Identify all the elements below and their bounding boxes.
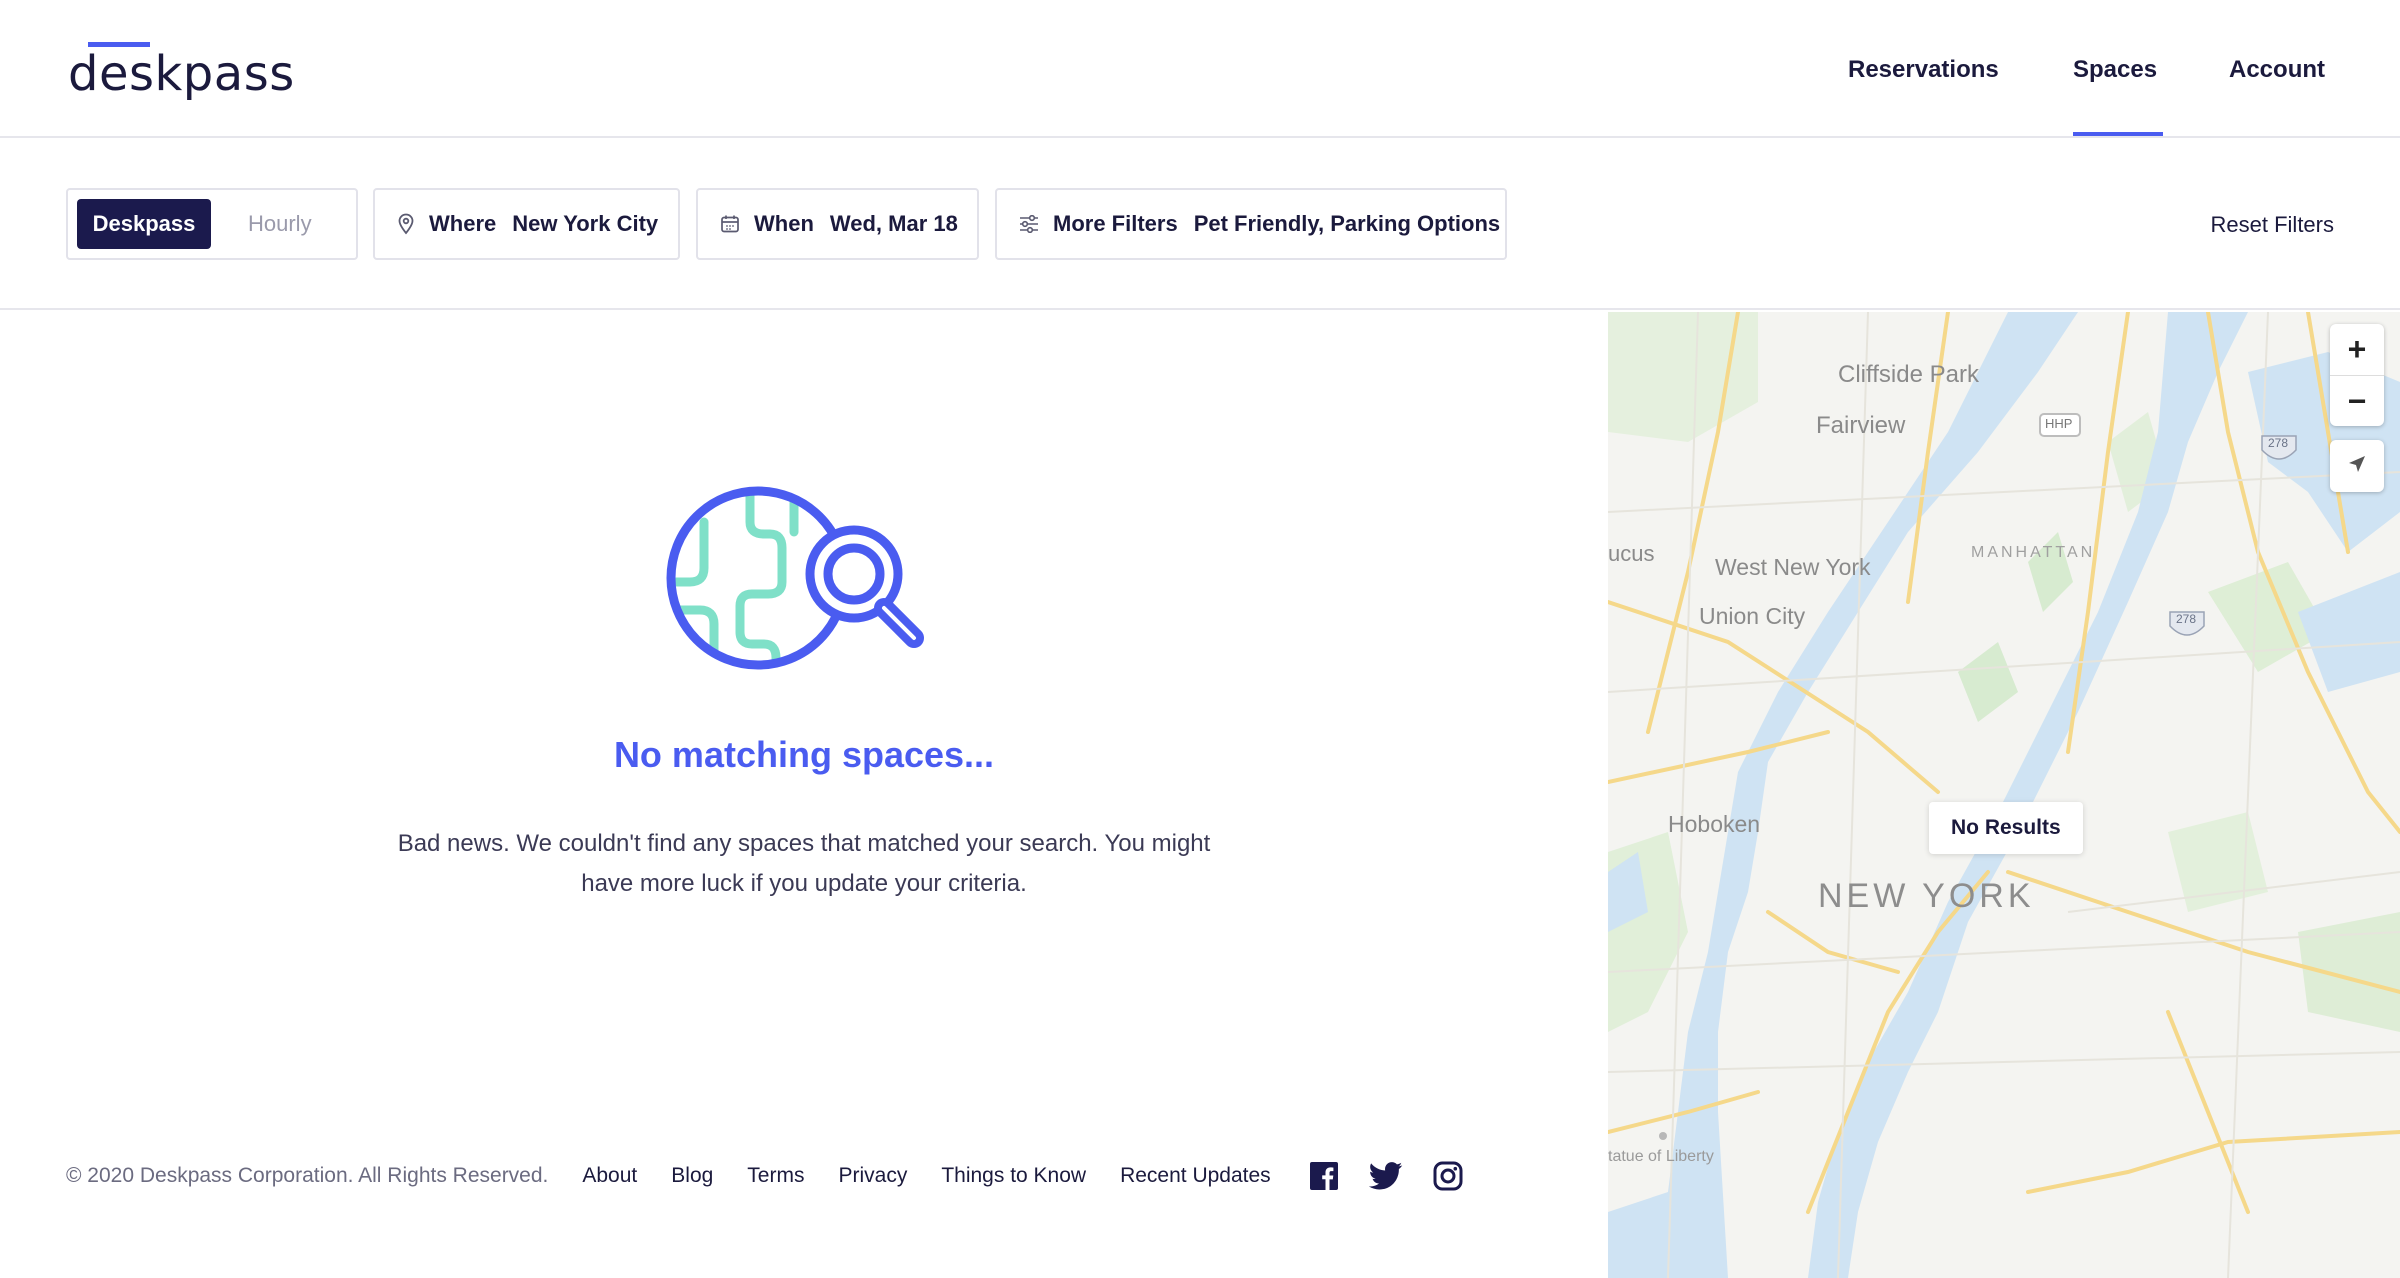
where-filter[interactable]: Where New York City [373, 188, 680, 260]
map-label-hoboken: Hoboken [1668, 811, 1761, 837]
instagram-icon[interactable] [1433, 1161, 1463, 1191]
map-label-fairview: Fairview [1816, 412, 1906, 439]
map-label-union-city: Union City [1699, 603, 1806, 629]
map-label-hhp: HHP [2045, 416, 2073, 431]
where-label: Where [429, 211, 497, 236]
footer-link-blog[interactable]: Blog [671, 1164, 713, 1188]
map-label-i278-north: 278 [2268, 436, 2289, 450]
copyright-text: © 2020 Deskpass Corporation. All Rights … [66, 1164, 549, 1187]
when-filter[interactable]: When Wed, Mar 18 [696, 188, 979, 260]
globe-search-illustration [660, 482, 940, 682]
nav-active-indicator [2073, 132, 2163, 136]
nav-spaces[interactable]: Spaces [2073, 56, 2157, 84]
more-filters[interactable]: More Filters Pet Friendly, Parking Optio… [995, 188, 1507, 260]
map-panel[interactable]: Cliffside Park Fairview HHP 278 278 ucus… [1608, 312, 2400, 1278]
reset-filters-link[interactable]: Reset Filters [2211, 212, 2334, 238]
zoom-out-button[interactable]: − [2330, 375, 2384, 426]
more-filters-value: Pet Friendly, Parking Options [1193, 211, 1501, 236]
locate-me-button[interactable] [2330, 440, 2384, 492]
footer-link-recent-updates[interactable]: Recent Updates [1120, 1164, 1271, 1188]
no-results-badge: No Results [1929, 802, 2083, 854]
location-pin-icon [397, 213, 415, 235]
more-filters-label: More Filters [1053, 211, 1178, 236]
map-label-manhattan: MANHATTAN [1971, 544, 2096, 561]
twitter-icon[interactable] [1368, 1162, 1403, 1190]
booking-type-toggle: Deskpass Hourly [66, 188, 358, 260]
toggle-deskpass[interactable]: Deskpass [77, 199, 211, 249]
map-label-statue-of-liberty: tatue of Liberty [1608, 1148, 1714, 1165]
nav-account[interactable]: Account [2229, 56, 2325, 84]
nav-reservations[interactable]: Reservations [1848, 56, 1999, 84]
logo-accent-bar [88, 42, 150, 47]
map-label-cliffside-park: Cliffside Park [1838, 361, 1979, 388]
location-arrow-icon [2347, 454, 2367, 479]
footer-link-about[interactable]: About [582, 1164, 637, 1188]
calendar-icon [720, 213, 740, 235]
map-label-west-new-york: West New York [1715, 554, 1871, 580]
top-header: deskpass Reservations Spaces Account [0, 0, 2400, 138]
when-label: When [754, 211, 814, 236]
empty-state-message: Bad news. We couldn't find any spaces th… [397, 830, 1211, 897]
footer-link-privacy[interactable]: Privacy [838, 1164, 907, 1188]
footer-link-terms[interactable]: Terms [747, 1164, 804, 1188]
empty-state-title: No matching spaces... [613, 734, 995, 775]
facebook-icon[interactable] [1309, 1161, 1339, 1191]
filter-bar: Deskpass Hourly Where New York City When… [0, 138, 2400, 310]
map-label-new-york: NEW YORK [1818, 877, 2035, 915]
when-value: Wed, Mar 18 [829, 211, 958, 236]
sliders-icon [1019, 213, 1039, 235]
logo-text: deskpass [68, 46, 295, 102]
map-label-i278-south: 278 [2176, 612, 2197, 626]
where-value: New York City [512, 211, 659, 236]
empty-state: No matching spaces... Bad news. We could… [0, 312, 1608, 1132]
zoom-in-button[interactable]: + [2330, 324, 2384, 375]
map-label-secaucus: ucus [1608, 541, 1655, 566]
map-zoom-controls: + − [2330, 324, 2384, 426]
footer: © 2020 Deskpass Corporation. All Rights … [66, 1158, 1493, 1194]
map-tiles [1608, 312, 2400, 1278]
toggle-hourly[interactable]: Hourly [248, 199, 312, 249]
footer-link-things-to-know[interactable]: Things to Know [941, 1164, 1086, 1188]
deskpass-logo[interactable]: deskpass [68, 42, 295, 102]
social-links [1309, 1161, 1493, 1191]
